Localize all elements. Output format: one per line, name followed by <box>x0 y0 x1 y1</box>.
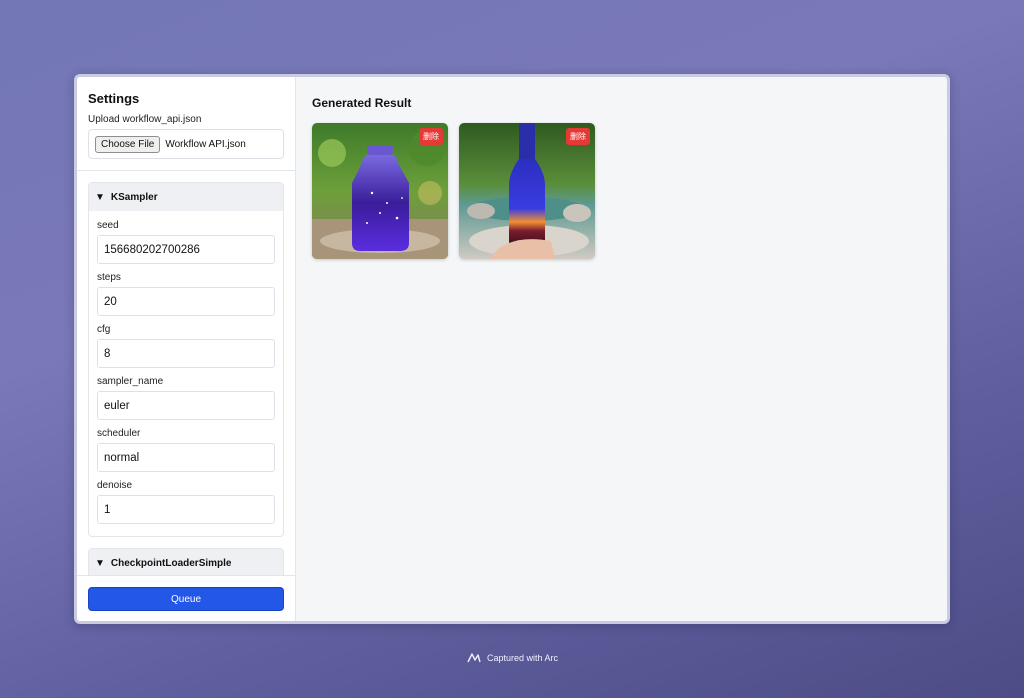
node-checkpoint-loader: ▼ CheckpointLoaderSimple <box>88 548 284 575</box>
sampler-name-input[interactable] <box>97 391 275 420</box>
denoise-input[interactable] <box>97 495 275 524</box>
scheduler-input[interactable] <box>97 443 275 472</box>
footer-caption: Captured with Arc <box>0 652 1024 664</box>
field-label-cfg: cfg <box>97 324 111 335</box>
cfg-input[interactable] <box>97 339 275 368</box>
footer-text: Captured with Arc <box>486 653 559 663</box>
triangle-down-icon: ▼ <box>95 191 105 203</box>
node-header-ksampler[interactable]: ▼ KSampler <box>89 183 283 211</box>
upload-label: Upload workflow_api.json <box>88 114 202 125</box>
arc-logo-icon <box>467 653 481 663</box>
node-title: CheckpointLoaderSimple <box>110 557 232 569</box>
node-list[interactable]: ▼ KSampler seed steps cfg sampler_name s… <box>77 172 295 575</box>
result-image-card[interactable]: 删除 <box>459 123 595 259</box>
node-body-ksampler: seed steps cfg sampler_name scheduler de… <box>89 211 283 536</box>
queue-button[interactable]: Queue <box>88 587 284 611</box>
field-label-sampler-name: sampler_name <box>97 376 164 387</box>
field-label-steps: steps <box>97 272 121 283</box>
queue-bar: Queue <box>77 575 295 621</box>
file-input[interactable]: Choose File Workflow API.json <box>88 129 284 159</box>
result-image-card[interactable]: 删除 <box>312 123 448 259</box>
settings-title: Settings <box>88 91 140 106</box>
seed-input[interactable] <box>97 235 275 264</box>
node-title: KSampler <box>110 191 158 203</box>
node-ksampler: ▼ KSampler seed steps cfg sampler_name s… <box>88 182 284 537</box>
delete-image-button[interactable]: 删除 <box>419 128 443 145</box>
field-label-seed: seed <box>97 220 119 231</box>
app-window: Settings Upload workflow_api.json Choose… <box>74 74 950 624</box>
result-grid: 删除 删除 <box>312 123 931 259</box>
choose-file-button[interactable]: Choose File <box>95 135 161 153</box>
delete-image-button[interactable]: 删除 <box>566 128 590 145</box>
triangle-down-icon: ▼ <box>95 557 105 569</box>
node-header-checkpoint-loader[interactable]: ▼ CheckpointLoaderSimple <box>89 549 283 575</box>
field-label-scheduler: scheduler <box>97 428 141 439</box>
result-panel: Generated Result 删除 删除 <box>296 77 947 621</box>
steps-input[interactable] <box>97 287 275 316</box>
field-label-denoise: denoise <box>97 480 133 491</box>
selected-file-name: Workflow API.json <box>165 138 246 150</box>
result-title: Generated Result <box>312 96 412 110</box>
settings-sidebar: Settings Upload workflow_api.json Choose… <box>77 77 296 621</box>
sidebar-header: Settings Upload workflow_api.json Choose… <box>77 77 295 171</box>
